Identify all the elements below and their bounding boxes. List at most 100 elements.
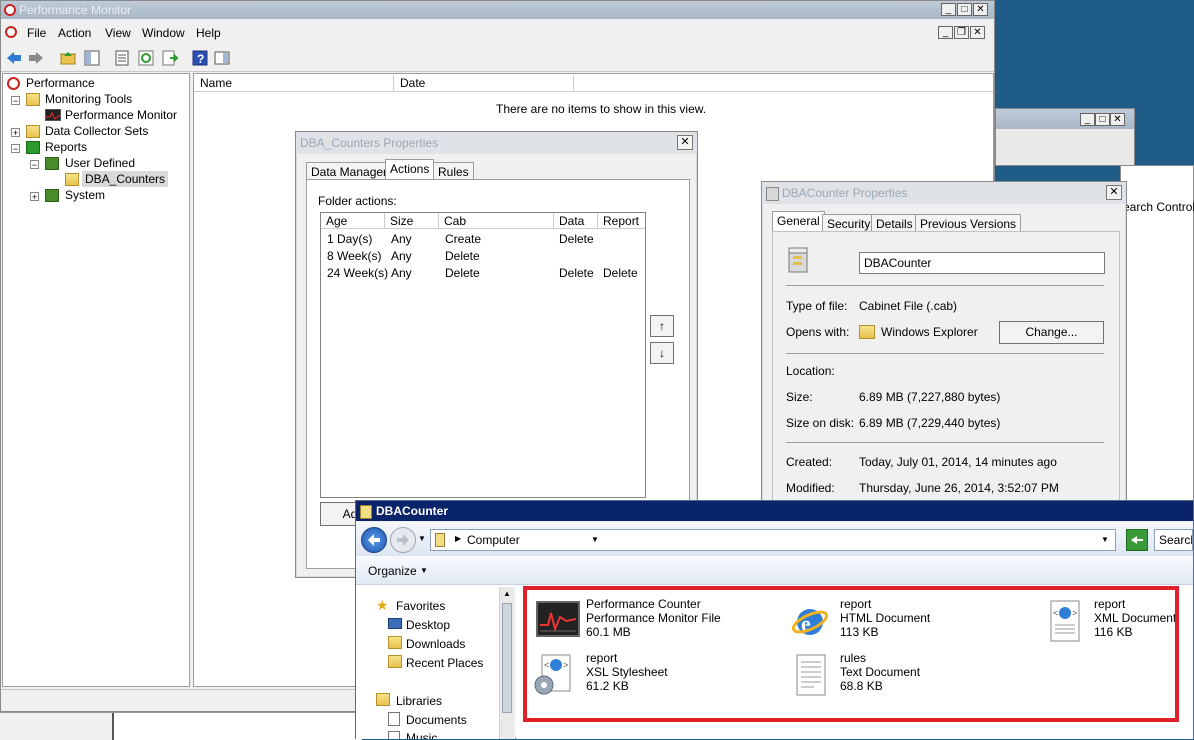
menu-file[interactable]: File <box>27 26 46 40</box>
explorer-title: DBACounter <box>376 504 448 518</box>
show-hide-action-pane-icon[interactable] <box>213 49 231 67</box>
user-defined-icon <box>45 157 59 170</box>
menu-window[interactable]: Window <box>142 26 185 40</box>
move-up-button[interactable]: ↑ <box>650 315 674 337</box>
tree-item-performance-monitor[interactable]: Performance Monitor <box>65 107 177 123</box>
nav-music[interactable]: Music <box>406 731 437 739</box>
back-button-icon[interactable] <box>361 527 387 553</box>
dbacounter-close-button[interactable]: ✕ <box>1106 185 1122 200</box>
up-folder-icon[interactable] <box>59 49 77 67</box>
menu-action[interactable]: Action <box>58 26 91 40</box>
nav-favorites[interactable]: Favorites <box>396 599 445 613</box>
search-input[interactable]: Search <box>1154 529 1193 551</box>
row1-size: Any <box>391 232 412 246</box>
row1-age[interactable]: 1 Day(s) <box>327 231 372 247</box>
tree-item-reports[interactable]: Reports <box>45 139 87 155</box>
child-minimize-button[interactable]: _ <box>938 26 953 39</box>
move-down-button[interactable]: ↓ <box>650 342 674 364</box>
maximize-button[interactable]: □ <box>1095 113 1110 126</box>
close-button[interactable]: ✕ <box>1110 113 1125 126</box>
nav-recent-places[interactable]: Recent Places <box>406 656 483 670</box>
export-list-icon[interactable] <box>161 49 179 67</box>
row3-age[interactable]: 24 Week(s) <box>327 265 388 281</box>
organize-chevron-icon[interactable]: ▼ <box>420 566 428 575</box>
collapse-reports[interactable]: − <box>11 144 20 154</box>
perfmon-close-button[interactable]: ✕ <box>973 3 988 16</box>
dba-dialog-close-button[interactable]: ✕ <box>677 135 693 150</box>
help-icon[interactable]: ? <box>191 49 209 67</box>
breadcrumb-arrow-icon[interactable]: ▶ <box>455 534 461 543</box>
folder-icon <box>26 125 40 138</box>
desktop-icon <box>388 618 402 629</box>
grid-header-size[interactable]: Size <box>385 213 439 229</box>
breadcrumb-chevron-icon[interactable]: ▼ <box>591 535 599 544</box>
tree-item-dba-counters[interactable]: DBA_Counters <box>82 171 169 187</box>
file-name-field[interactable]: DBACounter <box>859 252 1105 274</box>
scroll-thumb[interactable] <box>502 603 512 713</box>
column-header-name[interactable]: Name <box>194 75 394 92</box>
libraries-icon <box>376 693 390 706</box>
tab-general[interactable]: General <box>772 211 825 232</box>
nav-libraries[interactable]: Libraries <box>396 694 442 708</box>
tree-item-monitoring-tools[interactable]: Monitoring Tools <box>45 91 132 107</box>
properties-icon[interactable] <box>113 49 131 67</box>
recent-pages-chevron-icon[interactable]: ▼ <box>418 534 426 543</box>
documents-icon <box>388 712 400 726</box>
modified-value: Thursday, June 26, 2014, 3:52:07 PM <box>859 481 1059 495</box>
change-button[interactable]: Change... <box>999 321 1104 344</box>
refresh-icon[interactable] <box>137 49 155 67</box>
menu-view[interactable]: View <box>105 26 131 40</box>
control-panel-search-text: earch Control P <box>1123 200 1194 214</box>
opens-with-label: Opens with: <box>786 325 850 339</box>
menu-help[interactable]: Help <box>196 26 221 40</box>
bottom-window-edge <box>112 713 362 740</box>
column-header-date[interactable]: Date <box>394 75 574 92</box>
tree-item-performance[interactable]: Performance <box>26 75 95 91</box>
tab-data-manager[interactable]: Data Manager <box>306 162 393 180</box>
tab-rules[interactable]: Rules <box>433 162 474 180</box>
perfmon-minimize-button[interactable]: _ <box>941 3 956 16</box>
nav-downloads[interactable]: Downloads <box>406 637 465 651</box>
address-dropdown-icon[interactable]: ▼ <box>1101 535 1109 544</box>
nav-desktop[interactable]: Desktop <box>406 618 450 632</box>
forward-arrow-icon[interactable] <box>27 49 45 67</box>
grid-header-cab[interactable]: Cab <box>439 213 554 229</box>
forward-button-icon[interactable] <box>390 527 416 553</box>
row3-report: Delete <box>603 266 638 280</box>
grid-header-age[interactable]: Age <box>321 213 385 229</box>
performance-monitor-icon <box>45 109 61 121</box>
collapse-monitoring-tools[interactable]: − <box>11 96 20 106</box>
row3-cab: Delete <box>445 266 480 280</box>
grid-header-data[interactable]: Data <box>554 213 598 229</box>
tree-item-user-defined[interactable]: User Defined <box>65 155 135 171</box>
row2-cab: Delete <box>445 249 480 263</box>
grid-header-report[interactable]: Report <box>598 213 645 229</box>
show-hide-console-tree-icon[interactable] <box>83 49 101 67</box>
address-bar[interactable]: ▶ Computer ▼ ▼ <box>430 529 1116 551</box>
perfmon-maximize-button[interactable]: □ <box>957 3 972 16</box>
collapse-user-defined[interactable]: − <box>30 160 39 170</box>
tree-item-data-collector-sets[interactable]: Data Collector Sets <box>45 123 148 139</box>
nav-documents[interactable]: Documents <box>406 713 467 727</box>
address-computer[interactable]: Computer <box>467 533 520 547</box>
child-restore-button[interactable]: ❐ <box>954 26 969 39</box>
tab-previous-versions[interactable]: Previous Versions <box>915 214 1022 232</box>
organize-button[interactable]: Organize <box>368 564 417 578</box>
expand-data-collector-sets[interactable]: + <box>11 128 20 138</box>
tree-item-system[interactable]: System <box>65 187 105 203</box>
child-close-button[interactable]: ✕ <box>970 26 985 39</box>
tab-security[interactable]: Security <box>822 214 876 232</box>
command-bar: Organize ▼ <box>356 556 1193 585</box>
minimize-button[interactable]: _ <box>1080 113 1095 126</box>
perfmon-app-icon <box>4 4 16 16</box>
scroll-up-icon[interactable]: ▲ <box>503 589 511 598</box>
nav-scrollbar[interactable]: ▲ <box>499 587 514 739</box>
refresh-button-icon[interactable] <box>1126 529 1148 551</box>
row2-age[interactable]: 8 Week(s) <box>327 248 381 264</box>
back-arrow-icon[interactable] <box>5 49 23 67</box>
tab-actions[interactable]: Actions <box>385 159 435 180</box>
expand-system[interactable]: + <box>30 192 39 202</box>
size-label: Size: <box>786 390 813 404</box>
explorer-titlebar: DBACounter <box>356 501 1193 521</box>
tab-details[interactable]: Details <box>871 214 918 232</box>
